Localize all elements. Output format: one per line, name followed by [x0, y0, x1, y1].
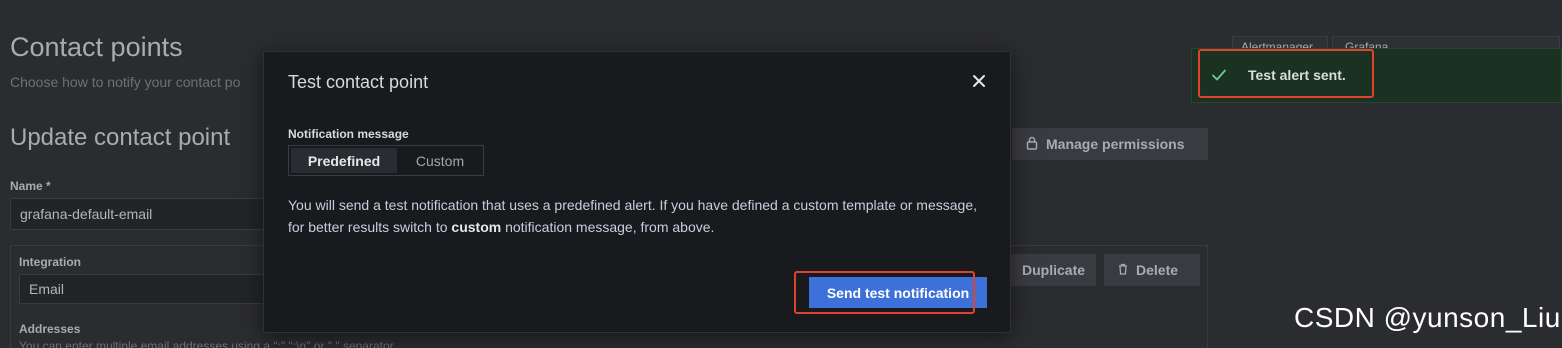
- section-title: Update contact point: [10, 124, 231, 151]
- name-label: Name *: [10, 179, 51, 193]
- notification-message-label: Notification message: [288, 127, 409, 141]
- page-title: Contact points: [10, 32, 183, 62]
- description-bold: custom: [451, 219, 502, 235]
- manage-permissions-button[interactable]: Manage permissions: [1012, 128, 1208, 160]
- trash-icon: [1118, 262, 1128, 278]
- duplicate-label: Duplicate: [1022, 262, 1086, 278]
- close-icon[interactable]: [964, 68, 994, 94]
- addresses-hint: You can enter multiple email addresses u…: [19, 339, 394, 348]
- manage-permissions-label: Manage permissions: [1046, 136, 1185, 152]
- description-text-end: notification message, from above.: [501, 219, 715, 235]
- notification-message-toggle: Predefined Custom: [288, 145, 484, 176]
- watermark: CSDN @yunson_Liu: [1294, 302, 1561, 333]
- modal-description: You will send a test notification that u…: [288, 194, 988, 238]
- toast-highlight: [1198, 49, 1374, 98]
- addresses-label: Addresses: [19, 322, 81, 336]
- duplicate-button[interactable]: Duplicate: [1008, 254, 1096, 286]
- page-subtitle: Choose how to notify your contact po: [10, 74, 241, 90]
- integration-label: Integration: [19, 255, 81, 269]
- name-input[interactable]: grafana-default-email: [10, 198, 264, 230]
- send-button-highlight: [794, 271, 975, 314]
- delete-button[interactable]: Delete: [1104, 254, 1200, 286]
- integration-select[interactable]: Email: [19, 274, 264, 304]
- modal-title: Test contact point: [288, 72, 429, 92]
- delete-label: Delete: [1136, 262, 1179, 278]
- option-custom[interactable]: Custom: [399, 148, 481, 173]
- option-predefined[interactable]: Predefined: [291, 148, 397, 173]
- lock-icon: [1026, 136, 1038, 153]
